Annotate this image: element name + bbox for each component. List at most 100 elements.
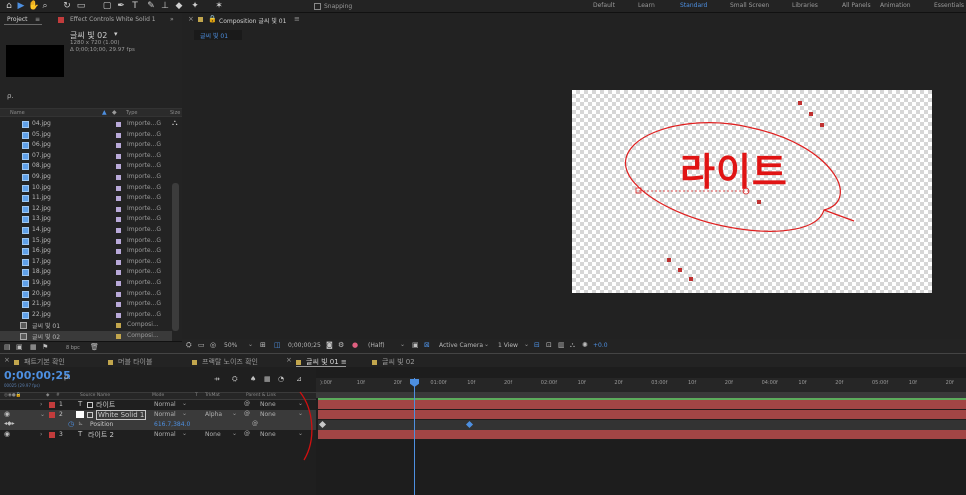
tab-timeline-2[interactable]: 프랙탈 노이즈 확인 bbox=[192, 357, 258, 367]
camera-snapshot-icon[interactable]: ◙ bbox=[326, 341, 333, 349]
project-item-label[interactable] bbox=[116, 228, 121, 233]
chevron-down-icon[interactable]: ⌄ bbox=[524, 341, 529, 348]
chevron-right-icon[interactable]: › bbox=[40, 431, 42, 438]
av-switches-icon[interactable]: ◎◉●🔒 bbox=[4, 393, 21, 398]
sort-up-icon[interactable]: ▲ bbox=[102, 109, 107, 116]
project-item-label[interactable] bbox=[116, 132, 121, 138]
workspace-standard[interactable]: Standard bbox=[680, 2, 707, 9]
region-of-interest-icon[interactable]: ▣ bbox=[412, 341, 419, 349]
workspace-default[interactable]: Default bbox=[593, 2, 615, 9]
workspace-learn[interactable]: Learn bbox=[638, 2, 655, 9]
layer-name[interactable]: 라이트 bbox=[96, 400, 115, 410]
flowchart-icon[interactable]: ⛬ bbox=[172, 118, 178, 128]
mode-header[interactable]: Mode bbox=[152, 393, 164, 398]
exposure-icon[interactable]: ✺ bbox=[582, 341, 588, 349]
project-list-item[interactable]: 11.jpg Importe...G bbox=[0, 193, 172, 204]
project-list-item[interactable]: 04.jpg Importe...G bbox=[0, 119, 172, 130]
rotate-tool-icon[interactable]: ↻ bbox=[62, 1, 72, 11]
flowchart-small-icon[interactable]: ⚑ bbox=[42, 343, 48, 351]
toggle-pixel-aspect-icon[interactable]: ⊟ bbox=[534, 341, 540, 349]
project-item-label[interactable] bbox=[116, 281, 121, 286]
always-preview-icon[interactable]: ⛭ bbox=[186, 341, 192, 350]
project-item-label[interactable] bbox=[116, 153, 121, 159]
draft-3d-icon[interactable]: ⛭ bbox=[232, 375, 238, 384]
comp-flowchart-icon[interactable]: ⇸ bbox=[214, 375, 220, 383]
project-list-item[interactable]: 글씨 빛 01 Composi... bbox=[0, 320, 172, 331]
close-icon[interactable]: × bbox=[188, 15, 194, 23]
shy-icon[interactable]: ♠ bbox=[250, 375, 256, 383]
interpret-footage-icon[interactable]: ▤ bbox=[4, 343, 11, 351]
eraser-tool-icon[interactable]: ◆ bbox=[174, 1, 184, 11]
hand-tool-icon[interactable]: ✋ bbox=[28, 1, 39, 11]
resolution-select[interactable]: (Half) bbox=[368, 342, 385, 349]
project-item-label[interactable] bbox=[116, 312, 121, 318]
project-search[interactable]: ρ. bbox=[0, 91, 182, 103]
workspace-small-screen[interactable]: Small Screen bbox=[730, 2, 769, 9]
chevron-down-icon[interactable]: ⌄ bbox=[248, 341, 253, 348]
project-scrollbar[interactable] bbox=[172, 183, 179, 331]
project-list-item[interactable]: 07.jpg Importe...G bbox=[0, 151, 172, 162]
col-type[interactable]: Type bbox=[126, 110, 137, 116]
project-list-item[interactable]: 15.jpg Importe...G bbox=[0, 236, 172, 247]
project-item-label[interactable] bbox=[116, 270, 121, 276]
graph-editor-icon[interactable]: ⊿ bbox=[296, 375, 302, 383]
timeline-timecode[interactable]: 0;00;00;25 bbox=[4, 369, 71, 382]
workspace-essentials[interactable]: Essentials bbox=[934, 2, 964, 9]
pickwhip-icon[interactable]: @ bbox=[244, 400, 250, 407]
layer-mode[interactable]: Normal bbox=[154, 401, 176, 408]
layer-track[interactable] bbox=[318, 410, 966, 419]
chevron-down-icon[interactable]: ⌄ bbox=[40, 411, 45, 418]
layer-mode[interactable]: Normal bbox=[154, 431, 176, 438]
project-list-item[interactable]: 06.jpg Importe...G bbox=[0, 140, 172, 151]
layer-label-color[interactable] bbox=[49, 412, 55, 418]
chevron-down-icon[interactable]: ⌄ bbox=[182, 410, 187, 417]
project-list-item[interactable]: 14.jpg Importe...G bbox=[0, 225, 172, 236]
keyframe-nav-icon[interactable]: ◂◆▸ bbox=[4, 420, 15, 427]
rectangle-tool-icon[interactable]: ▢ bbox=[102, 1, 112, 11]
project-item-label[interactable] bbox=[116, 143, 121, 149]
roto-tool-icon[interactable]: ✦ bbox=[190, 1, 200, 11]
exposure-value[interactable]: +0.0 bbox=[593, 342, 608, 349]
chevron-down-icon[interactable]: ⌄ bbox=[400, 341, 405, 348]
tab-timeline-0[interactable]: 패트기본 확인 bbox=[14, 357, 65, 367]
project-item-label[interactable] bbox=[116, 238, 121, 244]
col-size[interactable]: Size bbox=[170, 110, 180, 116]
project-item-label[interactable] bbox=[116, 291, 121, 297]
project-item-label[interactable] bbox=[116, 249, 121, 255]
chevron-down-icon[interactable]: ⌄ bbox=[182, 400, 187, 407]
layer-switch-box[interactable] bbox=[87, 412, 93, 418]
layer-row[interactable]: ◉ ⌄ 2 White Solid 1 Normal ⌄ Alpha ⌄ @ N… bbox=[0, 410, 316, 420]
transparency-grid-icon[interactable]: ⊠ bbox=[424, 341, 430, 349]
zoom-tool-icon[interactable]: ⌕ bbox=[40, 1, 50, 11]
color-channel-icon[interactable]: ● bbox=[352, 341, 358, 349]
workspace-animation[interactable]: Animation bbox=[880, 2, 911, 9]
pen-tool-icon[interactable]: ✒ bbox=[116, 1, 126, 11]
new-folder-icon[interactable]: ▣ bbox=[16, 343, 23, 351]
tab-effect-controls[interactable]: Effect Controls White Solid 1 bbox=[70, 16, 156, 23]
viewer-timecode[interactable]: 0;00;00;25 bbox=[288, 342, 321, 349]
expression-pickwhip-icon[interactable]: @ bbox=[252, 420, 258, 427]
project-item-label[interactable] bbox=[116, 122, 121, 127]
mask-shape-icon[interactable]: ◫ bbox=[274, 341, 281, 349]
tab-timeline-1[interactable]: 머블 타이블 bbox=[108, 357, 152, 367]
chevron-down-icon[interactable]: ⌄ bbox=[182, 430, 187, 437]
fast-preview-icon[interactable]: ⊡ bbox=[546, 341, 552, 349]
project-list-item[interactable]: 09.jpg Importe...G bbox=[0, 172, 172, 183]
close-icon[interactable]: × bbox=[4, 356, 10, 364]
clone-tool-icon[interactable]: ⊥ bbox=[160, 1, 170, 11]
source-name-header[interactable]: Source Name bbox=[80, 393, 110, 398]
canvas-text[interactable]: 라이트 bbox=[680, 152, 788, 192]
project-list-item[interactable]: 10.jpg Importe...G bbox=[0, 183, 172, 194]
timeline-icon[interactable]: ▥ bbox=[558, 341, 565, 349]
puppet-tool-icon[interactable]: ✶ bbox=[214, 1, 224, 11]
project-list-item[interactable]: 22.jpg Importe...G bbox=[0, 310, 172, 321]
project-list-item[interactable]: 19.jpg Importe...G bbox=[0, 278, 172, 289]
mask-visibility-icon[interactable]: ◎ bbox=[210, 341, 216, 349]
selection-tool-icon[interactable]: ▶ bbox=[16, 1, 26, 11]
parent-header[interactable]: Parent & Link bbox=[246, 393, 276, 398]
chevron-right-icon[interactable]: › bbox=[40, 401, 42, 408]
layer-track[interactable] bbox=[318, 400, 966, 409]
project-list-item[interactable]: 05.jpg Importe...G bbox=[0, 130, 172, 141]
comp-breadcrumb[interactable]: 글씨 빛 01 bbox=[194, 30, 242, 40]
layer-switch-box[interactable] bbox=[87, 402, 93, 408]
